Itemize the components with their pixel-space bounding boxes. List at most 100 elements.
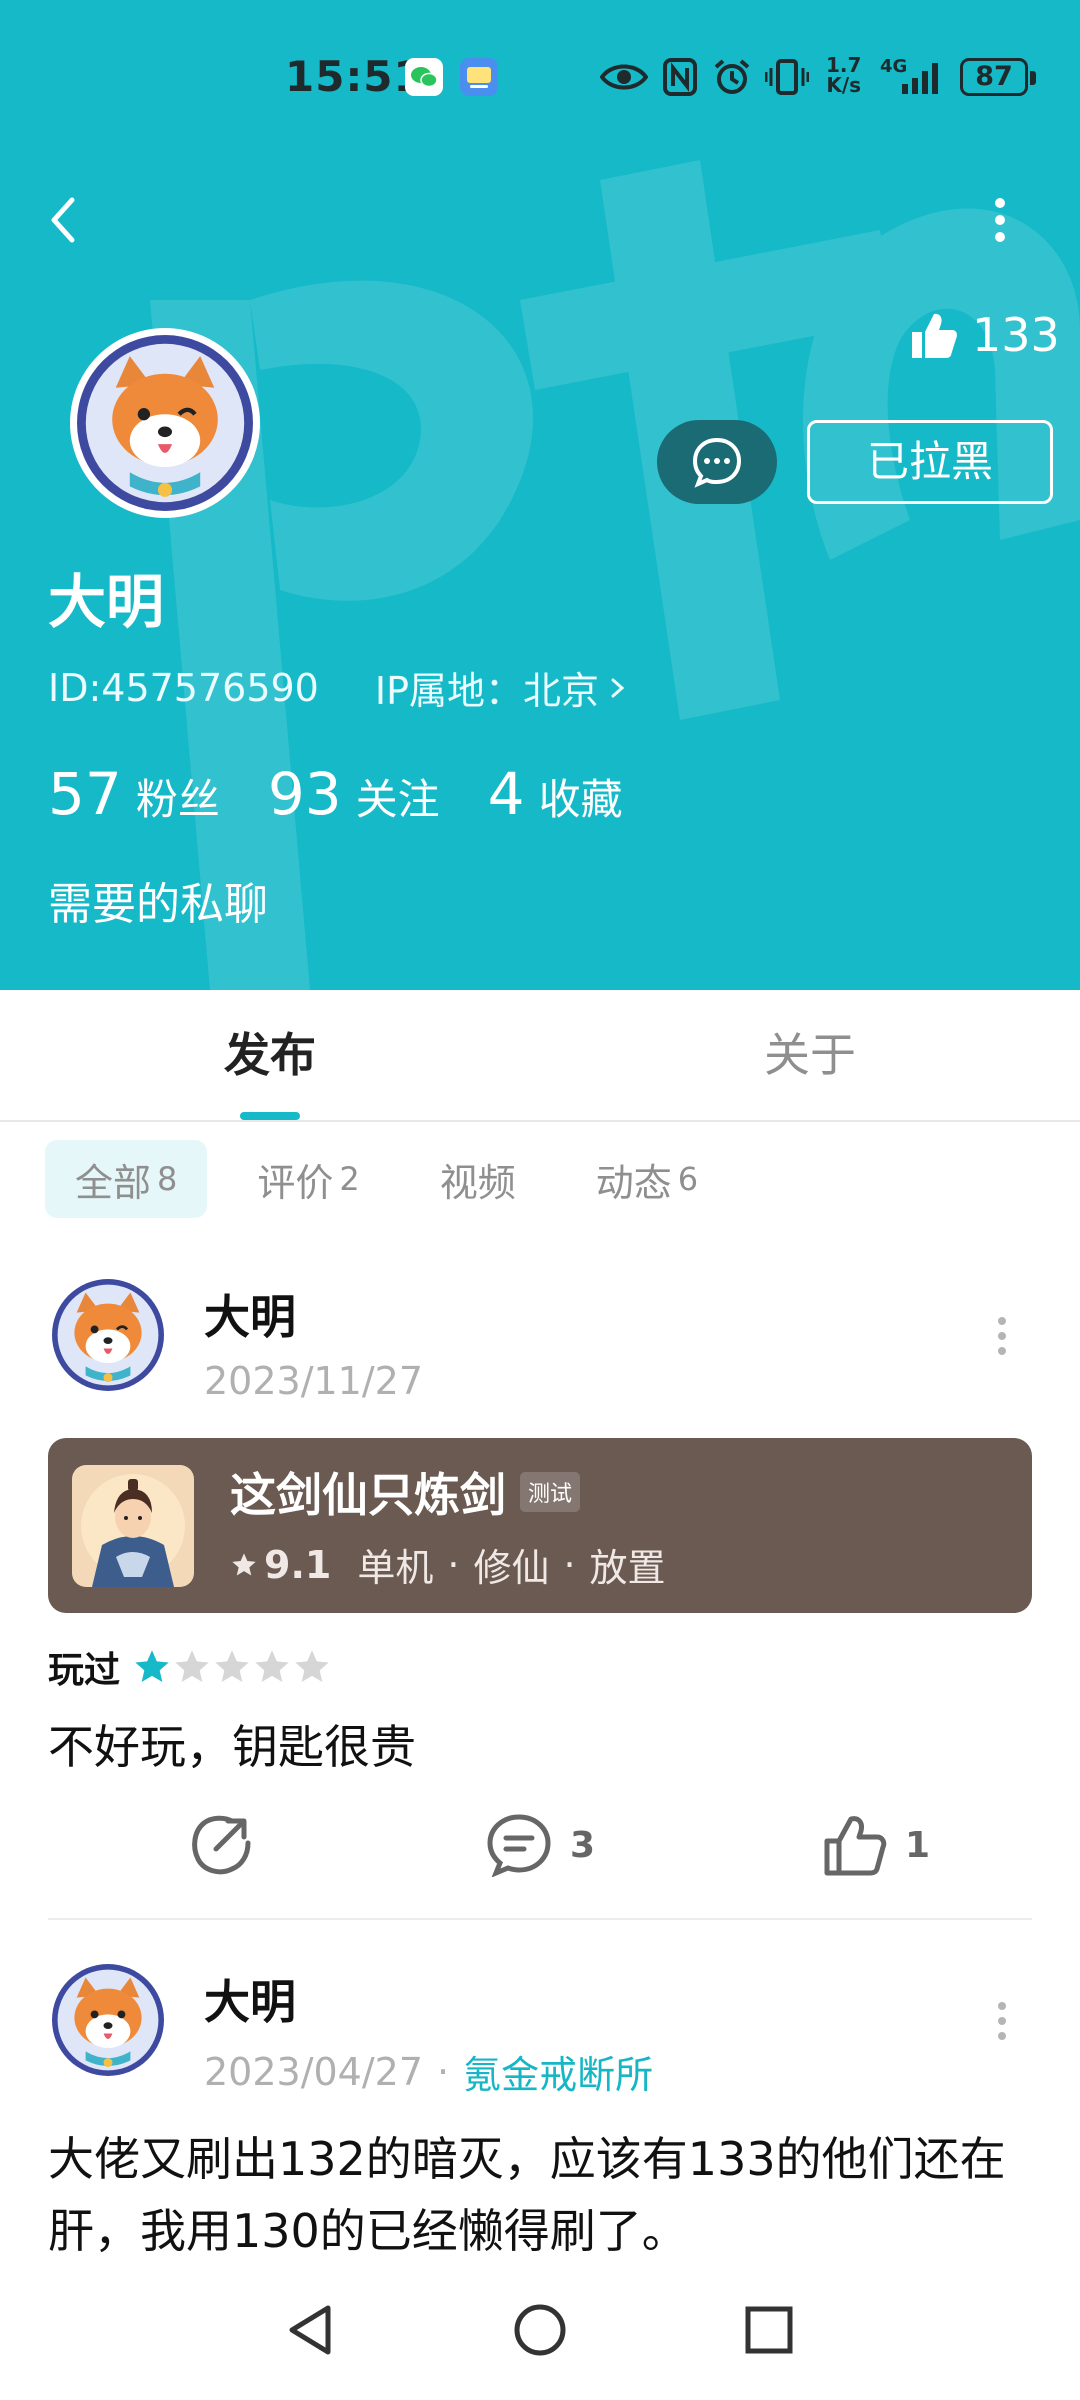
star-empty-icon — [175, 1650, 209, 1682]
shiba-avatar-image — [77, 335, 253, 511]
post-actions: 3 1 — [48, 1813, 1032, 1923]
star-empty-icon — [295, 1650, 329, 1682]
signal-icon — [902, 63, 938, 94]
filter-all-label: 全部 — [75, 1160, 152, 1205]
more-options-icon[interactable] — [980, 185, 1020, 255]
game-genre: 放置 — [589, 1546, 666, 1590]
post-card: 大明 2023/11/27 这剑仙只炼剑 测试 9.1 单机 · 修仙 · 放置… — [48, 1275, 1032, 1923]
profile-bio: 需要的私聊 — [48, 879, 268, 930]
filter-moments[interactable]: 动态 6 — [566, 1140, 728, 1218]
share-icon — [192, 1815, 251, 1875]
status-bar: 15:51 1.7 K/s 4G 87 — [0, 0, 1080, 150]
genre-separator: · — [563, 1542, 576, 1587]
eye-icon — [600, 64, 648, 90]
square-recents-icon — [745, 2306, 793, 2354]
filter-videos-label: 视频 — [439, 1160, 516, 1205]
following-label[interactable]: 关注 — [356, 766, 440, 827]
post-meta: 大明 2023/04/27 · 氪金戒断所 — [204, 1960, 653, 2099]
filter-all[interactable]: 全部 8 — [45, 1140, 208, 1218]
post-body-text[interactable]: 大佬又刷出132的暗灭，应该有133的他们还在肝，我用130的已经懒得刷了。 — [48, 2123, 1032, 2267]
tab-posts[interactable]: 发布 — [120, 990, 420, 1120]
game-title: 这剑仙只炼剑 — [230, 1468, 506, 1522]
tab-about[interactable]: 关于 — [660, 990, 960, 1120]
battery-indicator: 87 — [960, 58, 1036, 96]
filter-reviews-count: 2 — [339, 1160, 360, 1198]
comment-count: 3 — [570, 1824, 596, 1866]
profile-tabs: 发布 关于 — [0, 990, 1080, 1122]
chat-button[interactable] — [657, 420, 777, 504]
share-button[interactable] — [188, 1813, 252, 1877]
played-rating-row: 玩过 — [48, 1641, 1032, 1693]
nav-home-button[interactable] — [500, 2290, 580, 2370]
post-author-avatar[interactable] — [48, 1275, 168, 1395]
star-filled-icon — [135, 1650, 169, 1682]
star-empty-icon — [255, 1650, 289, 1682]
favorites-count[interactable]: 4 — [488, 760, 525, 828]
played-label: 玩过 — [48, 1650, 121, 1691]
post-date: 2023/11/27 — [204, 1359, 423, 1403]
genre-separator: · — [447, 1542, 460, 1587]
ip-location[interactable]: IP属地：北京 — [375, 660, 599, 715]
alarm-icon — [714, 59, 750, 94]
post-date-text: 2023/04/27 — [204, 2049, 424, 2094]
like-count: 1 — [905, 1824, 931, 1866]
net-speed-value: 1.7 — [826, 53, 862, 77]
game-cover-image — [72, 1464, 194, 1587]
game-rating: 9.1 — [264, 1542, 332, 1587]
thumbs-up-icon — [824, 1816, 887, 1876]
filter-moments-count: 6 — [677, 1160, 699, 1198]
fans-label[interactable]: 粉丝 — [136, 766, 220, 827]
game-info: 这剑仙只炼剑 测试 9.1 单机 · 修仙 · 放置 — [230, 1459, 666, 1592]
game-card[interactable]: 这剑仙只炼剑 测试 9.1 单机 · 修仙 · 放置 — [48, 1438, 1032, 1613]
comment-icon — [487, 1814, 551, 1877]
star-rating — [132, 1647, 332, 1687]
triangle-back-icon — [289, 2305, 331, 2355]
post-group-link[interactable]: 氪金戒断所 — [463, 2044, 653, 2099]
nfc-icon — [663, 58, 697, 96]
post-more-icon[interactable] — [992, 1998, 1012, 2044]
following-count[interactable]: 93 — [268, 760, 342, 828]
star-empty-icon — [215, 1650, 249, 1682]
game-title-row: 这剑仙只炼剑 测试 — [230, 1459, 666, 1525]
fans-count[interactable]: 57 — [48, 760, 122, 828]
profile-id-row: ID:457576590 IP属地：北京 — [48, 660, 631, 715]
nav-recents-button[interactable] — [729, 2290, 809, 2370]
profile-likes: 133 — [910, 300, 1060, 370]
post-author-name[interactable]: 大明 — [204, 1966, 653, 2032]
filter-moments-label: 动态 — [595, 1160, 672, 1205]
nav-back-button[interactable] — [270, 2290, 350, 2370]
game-subtitle: 9.1 单机 · 修仙 · 放置 — [230, 1537, 666, 1592]
post-card: 大明 2023/04/27 · 氪金戒断所 大佬又刷出132的暗灭，应该有133… — [48, 1960, 1032, 2267]
chevron-right-icon — [611, 678, 625, 697]
wechat-icon — [405, 58, 443, 96]
blocked-button[interactable]: 已拉黑 — [807, 420, 1053, 504]
profile-header: 15:51 1.7 K/s 4G 87 133 已拉黑 大明 ID:457576… — [0, 0, 1080, 990]
game-genre: 修仙 — [473, 1546, 550, 1590]
circle-home-icon — [514, 2304, 566, 2356]
back-arrow-icon[interactable] — [40, 185, 90, 255]
post-meta: 大明 2023/11/27 — [204, 1275, 423, 1403]
vibrate-icon — [765, 59, 809, 95]
filter-all-count: 8 — [157, 1160, 178, 1198]
filter-reviews[interactable]: 评价 2 — [227, 1140, 389, 1218]
shiba-avatar-image — [52, 1279, 164, 1391]
favorites-label[interactable]: 收藏 — [539, 766, 623, 827]
status-time: 15:51 — [285, 52, 424, 101]
game-tag: 测试 — [520, 1472, 581, 1512]
message-app-icon — [460, 58, 498, 96]
review-text: 不好玩，钥匙很贵 — [48, 1720, 416, 1774]
meta-separator: · — [437, 2049, 450, 2094]
post-header: 大明 2023/11/27 — [48, 1275, 1032, 1403]
profile-stats: 57 粉丝 93 关注 4 收藏 — [48, 760, 671, 828]
comment-button[interactable]: 3 — [486, 1813, 595, 1877]
post-author-name[interactable]: 大明 — [204, 1281, 423, 1347]
post-more-icon[interactable] — [992, 1313, 1012, 1359]
net-speed: 1.7 K/s — [826, 55, 861, 95]
filter-videos[interactable]: 视频 — [410, 1140, 546, 1218]
like-button[interactable]: 1 — [823, 1813, 930, 1877]
likes-count: 133 — [972, 308, 1060, 362]
post-author-avatar[interactable] — [48, 1960, 168, 2080]
profile-avatar[interactable] — [70, 328, 260, 518]
profile-name: 大明 — [48, 568, 165, 636]
game-thumbnail — [72, 1464, 194, 1587]
